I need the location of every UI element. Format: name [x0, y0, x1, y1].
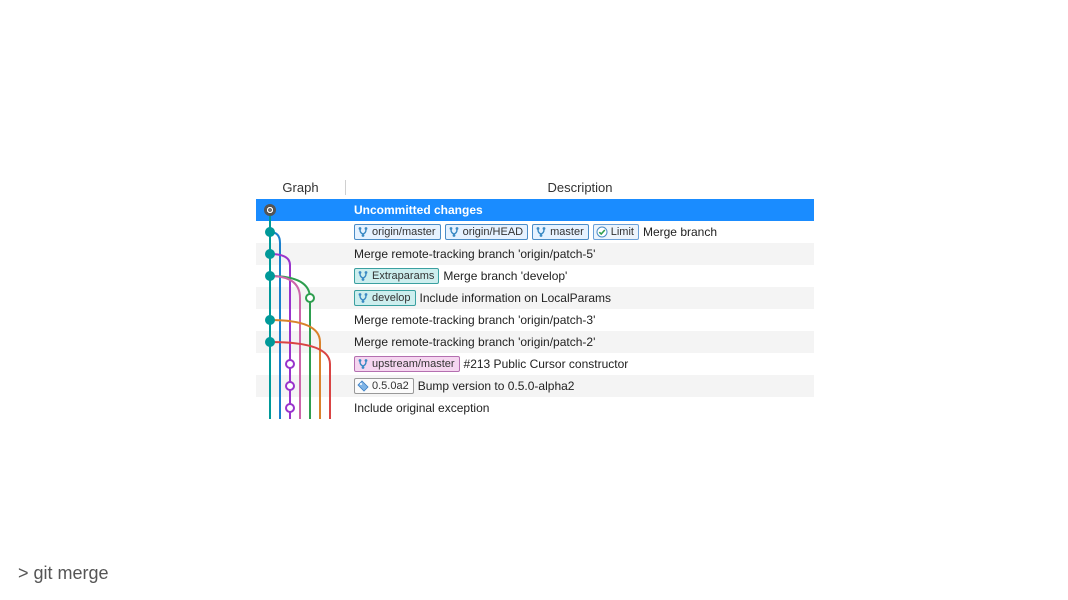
description-cell: 0.5.0a2 Bump version to 0.5.0-alpha2 [346, 378, 814, 394]
commit-row[interactable]: upstream/master #213 Public Cursor constr… [256, 353, 814, 375]
description-cell: origin/master origin/HEAD master Limit Merge… [346, 224, 814, 240]
commit-node-icon [265, 271, 275, 281]
commit-message: Merge remote-tracking branch 'origin/pat… [354, 247, 595, 261]
tag-icon [357, 380, 369, 392]
ref-label-text: upstream/master [372, 357, 455, 371]
commit-rows: Uncommitted changes origin/master origin/H… [256, 199, 814, 419]
description-cell: upstream/master #213 Public Cursor constr… [346, 356, 814, 372]
commit-row[interactable]: develop Include information on LocalParam… [256, 287, 814, 309]
commit-row[interactable]: Merge remote-tracking branch 'origin/pat… [256, 309, 814, 331]
branch-icon [357, 270, 369, 282]
description-cell: Include original exception [346, 401, 814, 415]
branch-icon [357, 358, 369, 370]
ref-label-text: master [550, 225, 584, 239]
column-header-graph[interactable]: Graph [256, 180, 346, 195]
ref-label-text: origin/HEAD [463, 225, 524, 239]
commit-node-icon [285, 381, 295, 391]
commit-node-icon [265, 227, 275, 237]
commit-graph-panel: Graph Description Uncommitted changes ori… [256, 180, 814, 419]
graph-cell [256, 221, 346, 243]
branch-ref-label[interactable]: master [532, 224, 589, 240]
branch-icon [357, 292, 369, 304]
commit-message: Include information on LocalParams [420, 291, 611, 305]
graph-cell [256, 265, 346, 287]
ref-label-text: origin/master [372, 225, 436, 239]
commit-node-icon [285, 359, 295, 369]
check-icon [596, 226, 608, 238]
commit-message: Uncommitted changes [354, 203, 483, 217]
branch-ref-label[interactable]: origin/HEAD [445, 224, 529, 240]
column-header-description[interactable]: Description [346, 180, 814, 195]
graph-cell [256, 331, 346, 353]
graph-cell [256, 287, 346, 309]
graph-cell [256, 397, 346, 419]
commit-node-icon [265, 337, 275, 347]
branch-ref-label[interactable]: develop [354, 290, 416, 306]
commit-row[interactable]: Include original exception [256, 397, 814, 419]
description-cell: Uncommitted changes [346, 203, 814, 217]
branch-ref-label[interactable]: upstream/master [354, 356, 460, 372]
commit-row[interactable]: Extraparams Merge branch 'develop' [256, 265, 814, 287]
description-cell: develop Include information on LocalParam… [346, 290, 814, 306]
commit-node-icon [305, 293, 315, 303]
commit-message: Merge branch 'develop' [443, 269, 567, 283]
branch-ref-label[interactable]: Limit [593, 224, 639, 240]
ref-label-text: 0.5.0a2 [372, 379, 409, 393]
description-cell: Merge remote-tracking branch 'origin/pat… [346, 335, 814, 349]
uncommitted-node-icon [264, 204, 276, 216]
commit-row[interactable]: Merge remote-tracking branch 'origin/pat… [256, 331, 814, 353]
branch-icon [357, 226, 369, 238]
graph-cell [256, 309, 346, 331]
graph-cell [256, 375, 346, 397]
branch-ref-label[interactable]: 0.5.0a2 [354, 378, 414, 394]
ref-label-text: Limit [611, 225, 634, 239]
commit-row[interactable]: origin/master origin/HEAD master Limit Merge… [256, 221, 814, 243]
graph-cell [256, 199, 346, 221]
branch-ref-label[interactable]: origin/master [354, 224, 441, 240]
description-cell: Merge remote-tracking branch 'origin/pat… [346, 313, 814, 327]
commit-message: Bump version to 0.5.0-alpha2 [418, 379, 575, 393]
branch-icon [448, 226, 460, 238]
ref-label-text: Extraparams [372, 269, 434, 283]
commit-message: Merge branch [643, 225, 717, 239]
commit-message: Include original exception [354, 401, 489, 415]
commit-row[interactable]: Merge remote-tracking branch 'origin/pat… [256, 243, 814, 265]
commit-node-icon [265, 249, 275, 259]
commit-message: Merge remote-tracking branch 'origin/pat… [354, 313, 595, 327]
table-header: Graph Description [256, 180, 814, 199]
commit-message: Merge remote-tracking branch 'origin/pat… [354, 335, 595, 349]
commit-row[interactable]: Uncommitted changes [256, 199, 814, 221]
description-cell: Merge remote-tracking branch 'origin/pat… [346, 247, 814, 261]
commit-message: #213 Public Cursor constructor [464, 357, 629, 371]
commit-node-icon [285, 403, 295, 413]
branch-icon [535, 226, 547, 238]
commit-row[interactable]: 0.5.0a2 Bump version to 0.5.0-alpha2 [256, 375, 814, 397]
graph-cell [256, 353, 346, 375]
slide-caption: > git merge [18, 563, 109, 584]
description-cell: Extraparams Merge branch 'develop' [346, 268, 814, 284]
branch-ref-label[interactable]: Extraparams [354, 268, 439, 284]
commit-node-icon [265, 315, 275, 325]
ref-label-text: develop [372, 291, 411, 305]
graph-cell [256, 243, 346, 265]
